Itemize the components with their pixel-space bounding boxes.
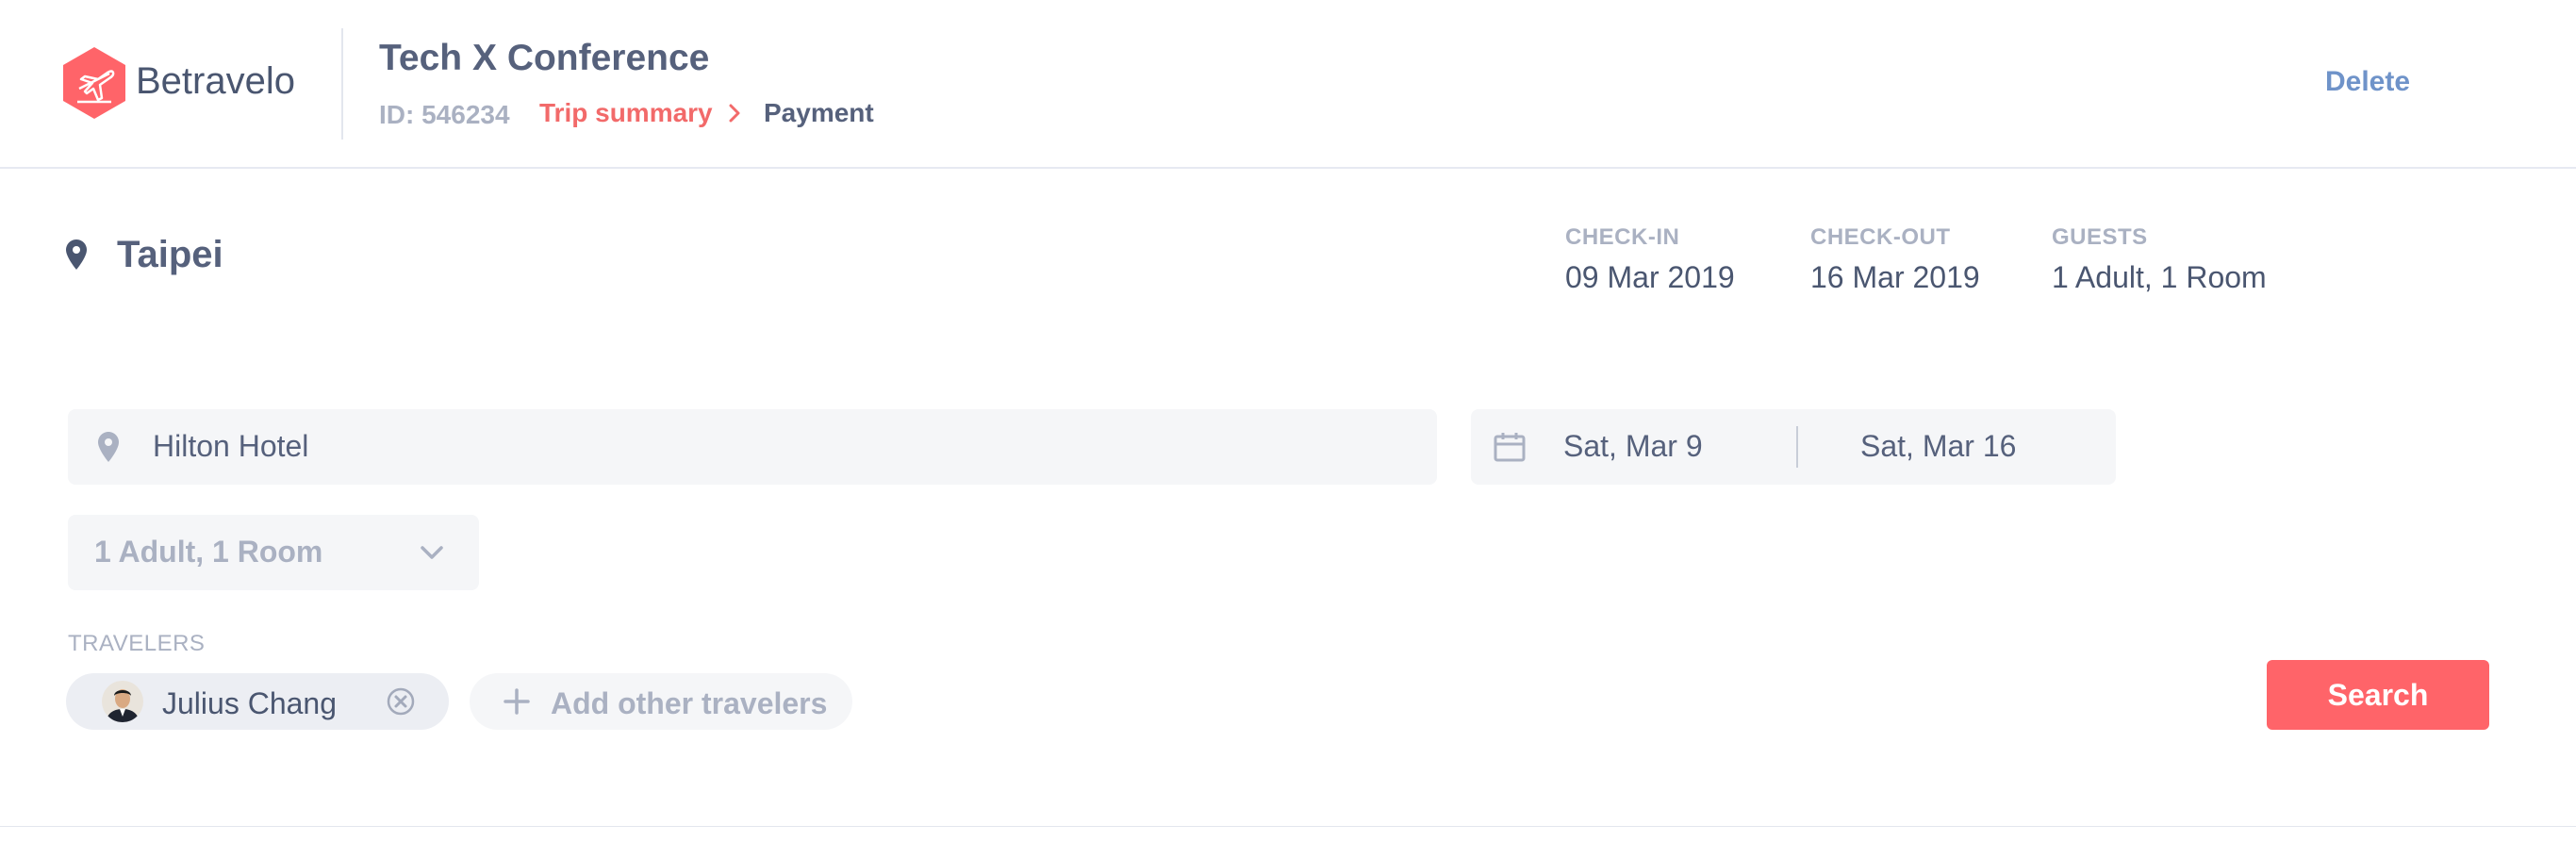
add-travelers-button[interactable]: Add other travelers bbox=[470, 673, 852, 730]
traveler-name: Julius Chang bbox=[162, 686, 337, 720]
trip-title: Tech X Conference bbox=[379, 38, 710, 78]
page-background bbox=[0, 827, 2576, 858]
logo-plane-icon[interactable] bbox=[62, 47, 126, 119]
brand-name: Betravelo bbox=[136, 60, 295, 102]
plus-icon bbox=[504, 688, 530, 715]
guests-label: GUESTS bbox=[2052, 224, 2148, 250]
check-in-value: 09 Mar 2019 bbox=[1565, 260, 1735, 294]
travelers-label: TRAVELERS bbox=[68, 631, 206, 656]
delete-button[interactable]: Delete bbox=[2325, 66, 2410, 98]
traveler-chip[interactable]: Julius Chang bbox=[66, 673, 449, 730]
guests-select[interactable]: 1 Adult, 1 Room bbox=[68, 515, 479, 590]
date-range-picker[interactable]: Sat, Mar 9 Sat, Mar 16 bbox=[1471, 409, 2116, 485]
breadcrumb-payment[interactable]: Payment bbox=[764, 98, 874, 128]
hotel-input[interactable]: Hilton Hotel bbox=[68, 409, 1437, 485]
avatar bbox=[102, 681, 143, 722]
check-in-date[interactable]: Sat, Mar 9 bbox=[1563, 429, 1703, 464]
header-divider bbox=[341, 28, 343, 140]
guests-select-value: 1 Adult, 1 Room bbox=[94, 535, 323, 569]
chevron-right-icon bbox=[729, 104, 740, 123]
trip-id: ID: 546234 bbox=[379, 100, 510, 129]
check-out-date[interactable]: Sat, Mar 16 bbox=[1860, 429, 2016, 464]
calendar-icon bbox=[1494, 433, 1526, 462]
header: Betravelo Tech X Conference ID: 546234 T… bbox=[0, 0, 2576, 169]
location-pin-icon bbox=[66, 239, 87, 270]
location-pin-icon bbox=[98, 432, 119, 462]
search-button[interactable]: Search bbox=[2267, 660, 2489, 730]
hotel-input-value: Hilton Hotel bbox=[153, 429, 309, 463]
check-out-value: 16 Mar 2019 bbox=[1810, 260, 1980, 294]
add-travelers-label: Add other travelers bbox=[551, 686, 828, 720]
check-out-label: CHECK-OUT bbox=[1810, 224, 1951, 250]
trip-card: Betravelo Tech X Conference ID: 546234 T… bbox=[0, 0, 2576, 827]
remove-circle-icon[interactable] bbox=[387, 687, 415, 716]
guests-value: 1 Adult, 1 Room bbox=[2052, 260, 2267, 294]
date-separator bbox=[1796, 426, 1798, 468]
chevron-down-icon bbox=[421, 546, 443, 559]
breadcrumb-trip-summary[interactable]: Trip summary bbox=[539, 98, 713, 128]
destination-city: Taipei bbox=[117, 234, 223, 275]
check-in-label: CHECK-IN bbox=[1565, 224, 1680, 250]
